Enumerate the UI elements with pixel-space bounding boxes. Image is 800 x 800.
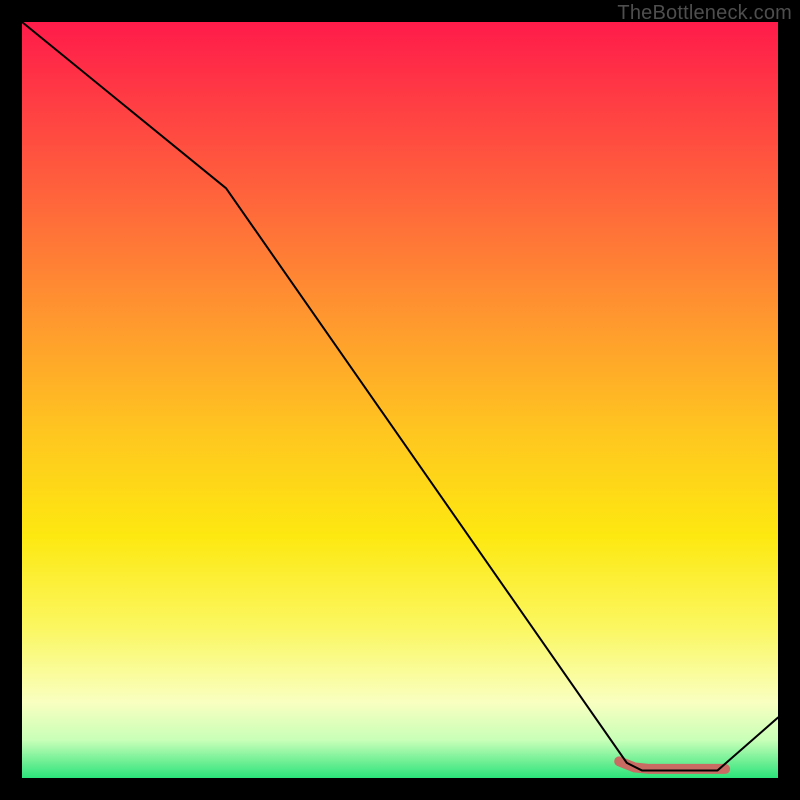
plot-area [22,22,778,778]
main-curve-line [22,22,778,770]
chart-stage: TheBottleneck.com [0,0,800,800]
accent-floor-line [619,761,725,769]
chart-svg [22,22,778,778]
